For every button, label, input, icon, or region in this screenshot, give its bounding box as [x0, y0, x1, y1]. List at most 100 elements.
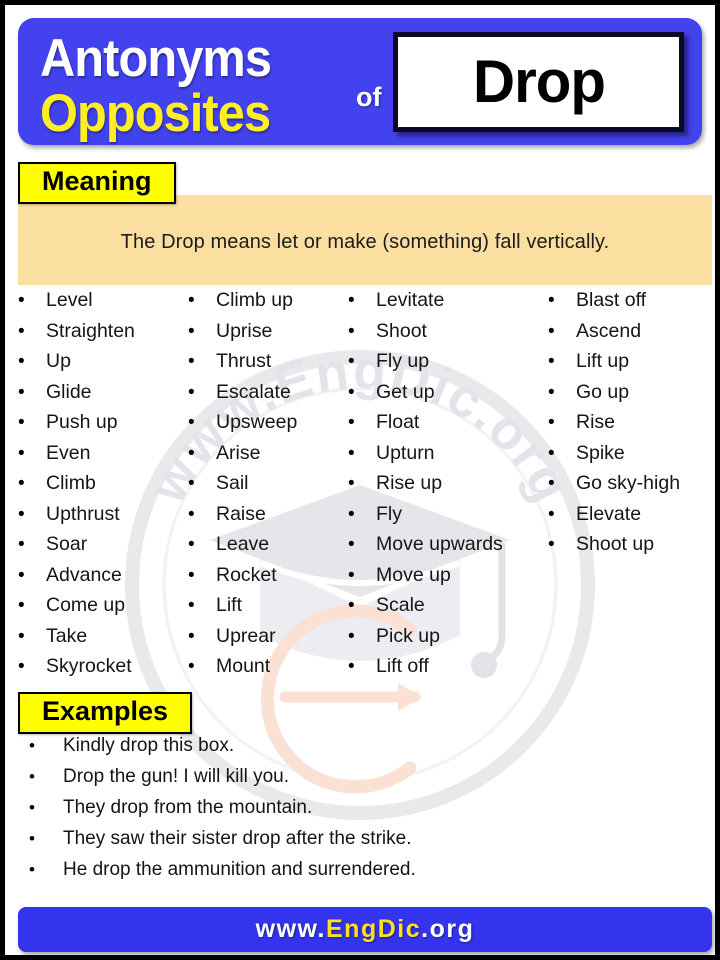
bullet-icon: • [548, 412, 555, 433]
bullet-icon: • [188, 564, 195, 586]
antonym-label: Blast off [576, 289, 647, 311]
antonym-item: • Straighten [18, 320, 188, 351]
antonym-item: • Go sky-high [548, 472, 712, 503]
antonym-label: Glide [46, 380, 92, 403]
antonym-label: Mount [216, 655, 271, 677]
antonym-label: Ascend [576, 319, 642, 342]
bullet-icon: • [548, 503, 555, 525]
page-title-antonyms: Antonyms [40, 29, 272, 88]
bullet-icon: • [348, 625, 355, 647]
bullet-icon: • [18, 442, 25, 464]
bullet-icon: • [18, 320, 25, 342]
bullet-icon: • [18, 534, 25, 555]
bullet-icon: • [18, 656, 25, 677]
antonym-item: • Upturn [348, 442, 548, 473]
antonym-label: Float [376, 411, 420, 433]
example-item: • Kindly drop this box. [29, 735, 649, 766]
antonym-item: • Level [18, 289, 188, 320]
antonym-label: Level [46, 289, 93, 311]
bullet-icon: • [548, 290, 555, 311]
bullet-icon: • [548, 320, 555, 342]
bullet-icon: • [548, 442, 555, 464]
antonym-label: Rise [576, 411, 616, 433]
antonym-label: Climb [46, 472, 96, 494]
footer-banner[interactable]: www.EngDic.org [18, 907, 712, 952]
antonym-label: Fly up [376, 350, 430, 372]
bullet-icon: • [348, 412, 355, 433]
antonym-label: Shoot up [576, 533, 655, 555]
antonym-item: • Rocket [188, 564, 348, 595]
bullet-icon: • [348, 595, 355, 616]
bullet-icon: • [348, 442, 355, 464]
antonym-item: • Up [18, 350, 188, 381]
antonym-item: • Climb up [188, 289, 348, 320]
antonym-item: • Uprear [188, 625, 348, 656]
bullet-icon: • [188, 473, 195, 494]
antonym-item: • Move upwards [348, 533, 548, 564]
antonym-label: Sail [216, 472, 249, 494]
bullet-icon: • [18, 625, 25, 647]
antonym-label: Climb up [216, 289, 293, 311]
headword-text: Drop [472, 48, 606, 115]
bullet-icon: • [548, 381, 555, 403]
bullet-icon: • [188, 625, 195, 647]
bullet-icon: • [348, 351, 355, 372]
antonym-label: Skyrocket [46, 655, 132, 677]
example-text: They saw their sister drop after the str… [63, 828, 412, 849]
footer-brand: EngDic [326, 915, 422, 943]
example-item: • They drop from the mountain. [29, 797, 649, 828]
antonym-label: Rocket [216, 563, 277, 586]
example-text: He drop the ammunition and surrendered. [63, 859, 416, 880]
antonyms-column-3: • Levitate • Shoot • Fly up • Get up • Float • Uptu… [348, 289, 548, 689]
antonym-item: • Spike [548, 442, 712, 473]
antonym-item: • Skyrocket [18, 655, 188, 686]
antonym-item: • Soar [18, 533, 188, 564]
antonym-item: • Get up [348, 381, 548, 412]
bullet-icon: • [348, 503, 355, 525]
bullet-icon: • [188, 534, 195, 555]
examples-list: • Kindly drop this box. • Drop the gun! I w… [29, 735, 649, 890]
antonym-item: • Thrust [188, 350, 348, 381]
bullet-icon: • [348, 564, 355, 586]
meaning-section-label: Meaning [18, 162, 176, 204]
antonym-item: • Upthrust [18, 503, 188, 534]
bullet-icon: • [188, 656, 195, 677]
bullet-icon: • [348, 473, 355, 494]
antonym-label: Upturn [376, 441, 435, 464]
bullet-icon: • [348, 381, 355, 403]
antonym-item: • Lift off [348, 655, 548, 686]
antonym-item: • Rise up [348, 472, 548, 503]
bullet-icon: • [18, 412, 25, 433]
example-text: Kindly drop this box. [63, 735, 235, 756]
antonym-label: Thrust [216, 350, 272, 372]
antonym-item: • Uprise [188, 320, 348, 351]
page-title-opposites: Opposites [40, 84, 271, 143]
bullet-icon: • [348, 534, 355, 555]
antonym-label: Lift up [576, 350, 630, 372]
antonym-item: • Take [18, 625, 188, 656]
antonym-label: Raise [216, 502, 266, 525]
bullet-icon: • [18, 503, 25, 525]
antonym-item: • Scale [348, 594, 548, 625]
example-text: Drop the gun! I will kill you. [63, 766, 289, 787]
antonym-item: • Arise [188, 442, 348, 473]
example-text: They drop from the mountain. [63, 797, 313, 818]
bullet-icon: • [18, 290, 25, 311]
antonym-item: • Shoot [348, 320, 548, 351]
bullet-icon: • [548, 351, 555, 372]
antonyms-column-2: • Climb up • Uprise • Thrust • Escalate • Upsweep… [188, 289, 348, 689]
bullet-icon: • [29, 736, 35, 755]
antonym-item: • Rise [548, 411, 712, 442]
antonym-label: Escalate [216, 380, 291, 403]
bullet-icon: • [188, 320, 195, 342]
examples-section-label: Examples [18, 692, 193, 734]
footer-website-text: www.EngDic.org [256, 915, 475, 944]
antonym-item: • Glide [18, 381, 188, 412]
antonym-item: • Advance [18, 564, 188, 595]
antonym-label: Arise [216, 441, 261, 464]
antonym-label: Uprise [216, 319, 273, 342]
antonym-item: • Lift [188, 594, 348, 625]
antonym-label: Upthrust [46, 502, 120, 525]
antonym-label: Move upwards [376, 533, 503, 555]
bullet-icon: • [29, 798, 35, 817]
